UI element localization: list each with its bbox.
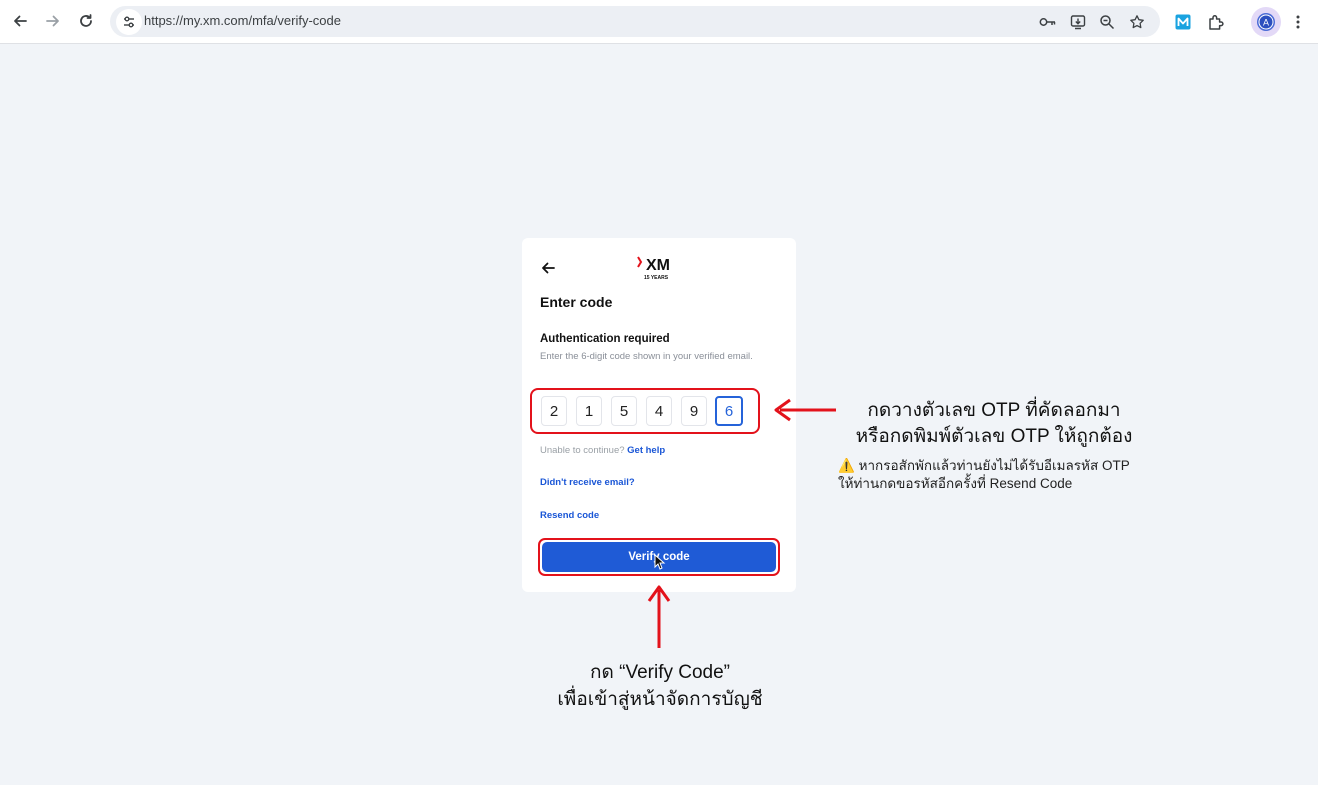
warning-line2: ให้ท่านกดขอรหัสอีกครั้งที่ Resend Code [838,476,1073,491]
annotation-verify-instruction: กด “Verify Code” เพื่อเข้าสู่หน้าจัดการบ… [520,659,800,713]
annotation-warning: ⚠️ หากรอสักพักแล้วท่านยังไม่ได้รับอีเมลร… [838,457,1130,493]
annotation-verify-line2: เพื่อเข้าสู่หน้าจัดการบัญชี [557,689,763,710]
up-arrow-icon [647,585,671,648]
warning-line1: หากรอสักพักแล้วท่านยังไม่ได้รับอีเมลรหัส… [858,458,1130,473]
annotation-verify-line1: กด “Verify Code” [590,662,730,683]
warning-icon: ⚠️ [838,458,855,473]
annotation-otp-line1: กดวางตัวเลข OTP ที่คัดลอกมา [867,400,1121,421]
annotation-otp-instruction: กดวางตัวเลข OTP ที่คัดลอกมา หรือกดพิมพ์ต… [836,398,1152,450]
annotation-otp-line2: หรือกดพิมพ์ตัวเลข OTP ให้ถูกต้อง [855,426,1133,447]
right-arrow-icon [774,398,836,422]
